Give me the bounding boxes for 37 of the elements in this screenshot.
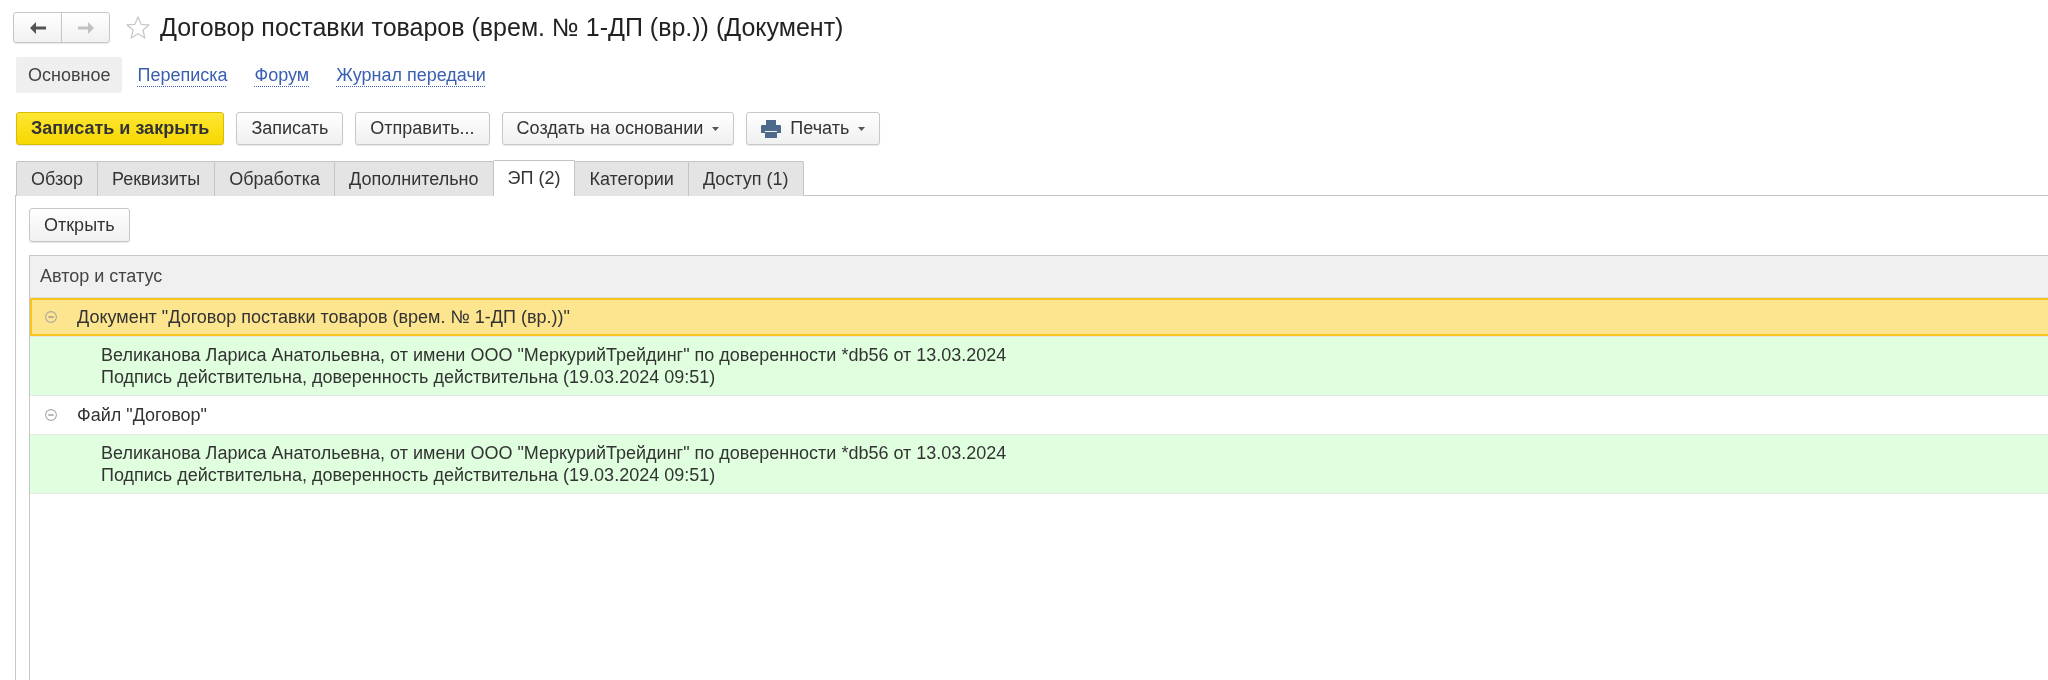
column-header[interactable]: Автор и статус [30, 256, 2048, 298]
tab[interactable]: Категории [574, 161, 689, 196]
print-button[interactable]: Печать [746, 112, 881, 145]
tree-row[interactable]: Документ "Договор поставки товаров (врем. № 1-ДП (вр.))" [30, 298, 2048, 336]
tab[interactable]: ЭП (2) [492, 160, 576, 196]
tab[interactable]: Доступ (1) [687, 161, 804, 196]
caret-icon [712, 126, 720, 131]
save-and-close-button[interactable]: Записать и закрыть [16, 112, 225, 145]
signature-status-text: Подпись действительна, доверенность действительна (19.03.2024 09:51) [101, 464, 717, 486]
open-button[interactable]: Открыть [29, 208, 130, 242]
signature-row[interactable]: Великанова Лариса Анатольевна, от имени ООО "МеркурийТрейдинг" по доверенности *db56 от 13.03.2024 Подпись действительна, доверенность действительна (19.03.2024 09:51) [30, 434, 2048, 494]
section-link[interactable]: Журнал передачи [324, 57, 498, 93]
signer-text: Великанова Лариса Анатольевна, от имени ООО "МеркурийТрейдинг" по доверенности *db56 от 13.03.2024 [101, 442, 1008, 464]
row-text: Документ "Договор поставки товаров (врем. № 1-ДП (вр.))" [77, 306, 570, 328]
printer-icon [761, 119, 782, 138]
section-link[interactable]: Форум [242, 57, 322, 93]
toolbar-button[interactable]: Записать [236, 112, 344, 145]
window-title: Договор поставки товаров (врем. № 1-ДП (вр.)) (Документ) [160, 13, 844, 42]
collapse-icon[interactable] [45, 311, 57, 323]
back-arrow-icon [29, 21, 46, 34]
signer-text: Великанова Лариса Анатольевна, от имени ООО "МеркурийТрейдинг" по доверенности *db56 от 13.03.2024 [101, 344, 1008, 366]
toolbar-button[interactable]: Отправить... [355, 112, 490, 145]
tab[interactable]: Обработка [214, 161, 335, 196]
menu-button[interactable]: Создать на основании [501, 112, 735, 145]
tab[interactable]: Обзор [16, 161, 98, 196]
section-link[interactable]: Переписка [125, 57, 240, 93]
caret-icon [858, 126, 866, 131]
section-tab[interactable]: Основное [16, 57, 123, 93]
tab[interactable]: Дополнительно [334, 161, 494, 196]
star-icon[interactable] [126, 15, 150, 40]
signature-row[interactable]: Великанова Лариса Анатольевна, от имени ООО "МеркурийТрейдинг" по доверенности *db56 от 13.03.2024 Подпись действительна, доверенность действительна (19.03.2024 09:51) [30, 336, 2048, 396]
back-button[interactable] [13, 12, 62, 43]
tab[interactable]: Реквизиты [97, 161, 216, 196]
forward-arrow-icon [77, 21, 94, 34]
collapse-icon[interactable] [45, 409, 57, 421]
signature-status-text: Подпись действительна, доверенность действительна (19.03.2024 09:51) [101, 366, 717, 388]
row-text: Файл "Договор" [77, 404, 207, 426]
